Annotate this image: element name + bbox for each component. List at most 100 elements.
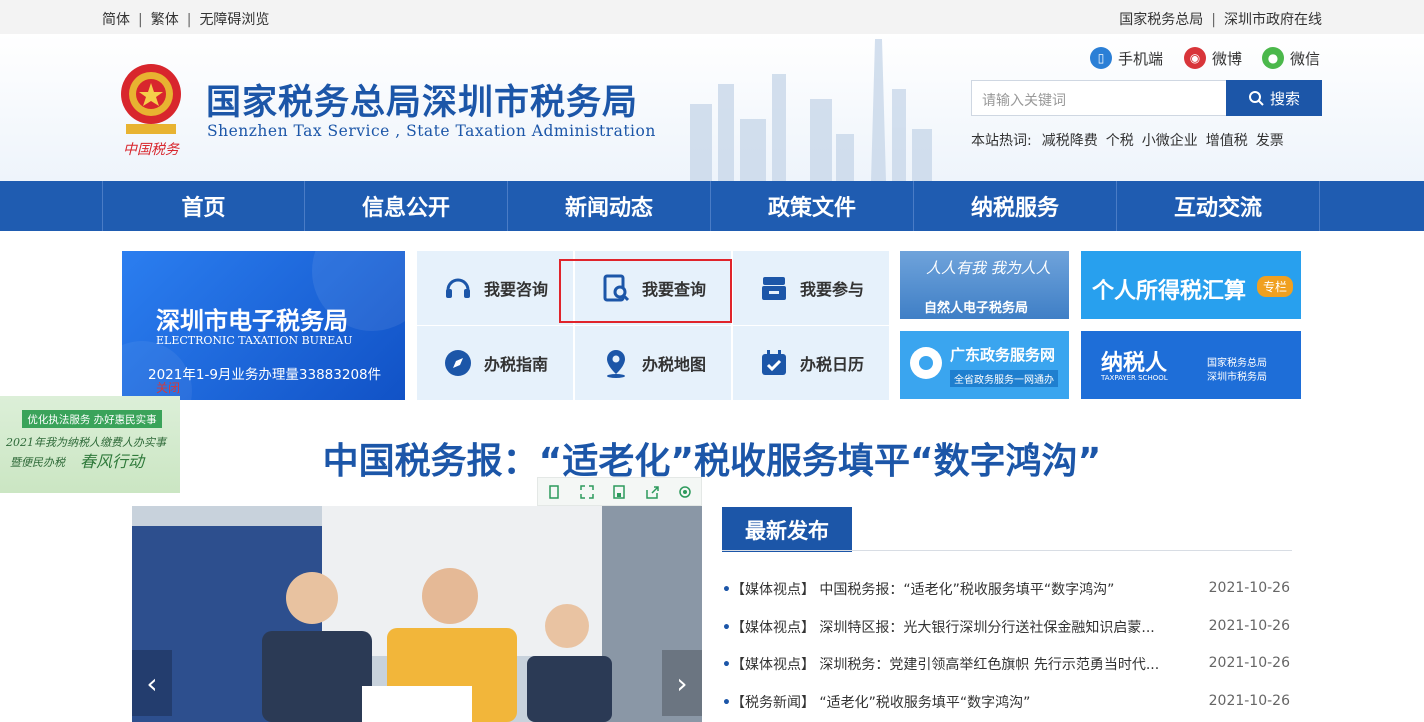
mobile-label: 手机端 [1118,49,1164,68]
gd-service-logo-icon [910,347,942,379]
latest-release-tab[interactable]: 最新发布 [722,507,852,552]
taxpayer-school-tile[interactable]: 纳税人 TAXPAYER SCHOOL 国家税务总局 深圳市税务局 [1081,331,1301,399]
mobile-icon: ▯ [1090,47,1112,69]
hot-keyword[interactable]: 减税降费 [1042,133,1098,149]
news-title: 【媒体视点】 深圳特区报：光大银行深圳分行送社保金融知识启蒙... [730,620,1155,636]
copy-icon[interactable] [546,484,562,500]
calendar-check-icon [758,347,790,379]
nav-home[interactable]: 首页 [102,181,305,231]
news-item[interactable]: •【媒体视点】 中国税务报：“适老化”税收服务填平“数字鸿沟” 2021-10-… [722,579,1292,601]
share-toolbar [537,477,702,506]
divider [722,550,1292,551]
e-tax-bureau-banner[interactable]: 深圳市电子税务局 ELECTRONIC TAXATION BUREAU 2021… [122,251,405,400]
sat-link[interactable]: 国家税务总局 [1119,12,1203,28]
service-label: 办税指南 [483,355,548,374]
service-map[interactable]: 办税地图 [575,326,731,400]
fullscreen-icon[interactable] [579,484,595,500]
tax-emblem-logo: 中国税务 [121,64,181,158]
service-label: 我要咨询 [483,280,548,299]
site-subtitle: Shenzhen Tax Service , State Taxation Ad… [207,122,656,140]
tile-title: 纳税人 [1101,351,1168,376]
nav-news[interactable]: 新闻动态 [508,181,711,231]
hot-keyword[interactable]: 小微企业 [1142,133,1198,149]
traditional-link[interactable]: 繁体 [151,12,179,28]
city-skyline-graphic [690,39,932,181]
tile-sub-en: TAXPAYER SCHOOL [1101,374,1168,382]
news-title: 【媒体视点】 深圳税务：党建引领高举红色旗帜 先行示范勇当时代... [730,657,1160,673]
e-tax-subtitle: ELECTRONIC TAXATION BUREAU [156,334,353,347]
news-photo-slider[interactable]: ‹ › [132,506,702,722]
gov-link[interactable]: 深圳市政府在线 [1224,12,1322,28]
tile-title: 广东政务服务网 [950,346,1056,364]
tile-label: 自然人电子税务局 [924,301,1029,316]
service-label: 我要参与 [799,280,864,299]
separator: | [1211,12,1216,28]
news-date: 2021-10-26 [1208,655,1290,671]
news-date: 2021-10-26 [1208,580,1290,596]
news-item[interactable]: •【税务新闻】 “适老化”税收服务填平“数字鸿沟” 2021-10-26 [722,692,1292,714]
ballot-box-icon [758,272,790,304]
wechat-label: 微信 [1290,49,1321,68]
nav-interaction[interactable]: 互动交流 [1117,181,1320,231]
hot-label: 本站热词: [971,133,1032,149]
service-participate[interactable]: 我要参与 [733,251,889,325]
wechat-link[interactable]: ● 微信 [1262,47,1320,69]
column-badge: 专栏 [1257,276,1294,297]
separator: | [138,12,143,28]
service-consult[interactable]: 我要咨询 [417,251,573,325]
svg-text:中国税务: 中国税务 [123,142,180,158]
income-tax-tile[interactable]: 个人所得税汇算 专栏 [1081,251,1301,319]
service-label: 办税地图 [641,355,706,374]
search-button[interactable]: 搜索 [1226,80,1322,116]
external-links: 国家税务总局 | 深圳市政府在线 [1119,9,1322,29]
tile-label: 个人所得税汇算 [1092,279,1247,304]
language-links: 简体 | 繁体 | 无障碍浏览 [102,9,269,29]
news-date: 2021-10-26 [1208,618,1290,634]
accessible-link[interactable]: 无障碍浏览 [199,12,269,28]
news-date: 2021-10-26 [1208,693,1290,709]
separator: | [186,12,192,28]
hot-keyword[interactable]: 增值税 [1206,133,1248,149]
wechat-icon: ● [1262,47,1284,69]
service-guide[interactable]: 办税指南 [417,326,573,400]
save-icon[interactable] [611,484,627,500]
simplified-link[interactable]: 简体 [102,12,130,28]
weibo-label: 微博 [1212,49,1243,68]
top-bar: 简体 | 繁体 | 无障碍浏览 国家税务总局 | 深圳市政府在线 [0,0,1424,34]
service-label: 办税日历 [799,355,864,374]
next-arrow[interactable]: › [662,650,702,716]
headline[interactable]: 中国税务报：“适老化”税收服务填平“数字鸿沟” [0,432,1424,484]
news-photo [132,506,702,722]
mobile-link[interactable]: ▯ 手机端 [1090,47,1163,69]
compass-icon [442,347,474,379]
nav-policy[interactable]: 政策文件 [711,181,914,231]
weibo-icon: ◉ [1184,47,1206,69]
news-item[interactable]: •【媒体视点】 深圳特区报：光大银行深圳分行送社保金融知识启蒙... 2021-… [722,617,1292,639]
search-button-label: 搜索 [1269,89,1300,108]
tile-sub: 全省政务服务一网通办 [950,370,1058,387]
weibo-link[interactable]: ◉ 微博 [1184,47,1242,69]
service-calendar[interactable]: 办税日历 [733,326,889,400]
nav-tax-service[interactable]: 纳税服务 [914,181,1117,231]
nav-info-public[interactable]: 信息公开 [305,181,508,231]
map-pin-icon [600,347,632,379]
gear-icon[interactable] [677,484,693,500]
share-icon[interactable] [644,484,660,500]
natural-person-etax-tile[interactable]: 人人有我 我为人人 自然人电子税务局 [900,251,1069,319]
tile-script: 人人有我 我为人人 [926,259,1051,277]
e-tax-stat: 2021年1-9月业务办理量33883208件 [148,367,382,383]
prev-arrow[interactable]: ‹ [132,650,172,716]
e-tax-title: 深圳市电子税务局 [156,307,348,335]
news-title: 【媒体视点】 中国税务报：“适老化”税收服务填平“数字鸿沟” [730,582,1115,598]
hot-keyword[interactable]: 个税 [1106,133,1134,149]
site-header: 中国税务 国家税务总局深圳市税务局 Shenzhen Tax Service ,… [0,34,1424,181]
gd-service-tile[interactable]: 广东政务服务网 全省政务服务一网通办 [900,331,1069,399]
main-nav: 首页 信息公开 新闻动态 政策文件 纳税服务 互动交流 [0,181,1424,231]
banner-tag: 优化执法服务 办好惠民实事 [22,410,162,428]
hot-keyword[interactable]: 发票 [1256,133,1284,149]
search-input[interactable]: 请输入关键词 [971,80,1227,116]
headset-icon [442,272,474,304]
news-item[interactable]: •【媒体视点】 深圳税务：党建引领高举红色旗帜 先行示范勇当时代... 2021… [722,654,1292,676]
hot-keywords: 本站热词: 减税降费 个税 小微企业 增值税 发票 [971,130,1292,150]
close-link[interactable]: 关闭 [156,379,180,396]
